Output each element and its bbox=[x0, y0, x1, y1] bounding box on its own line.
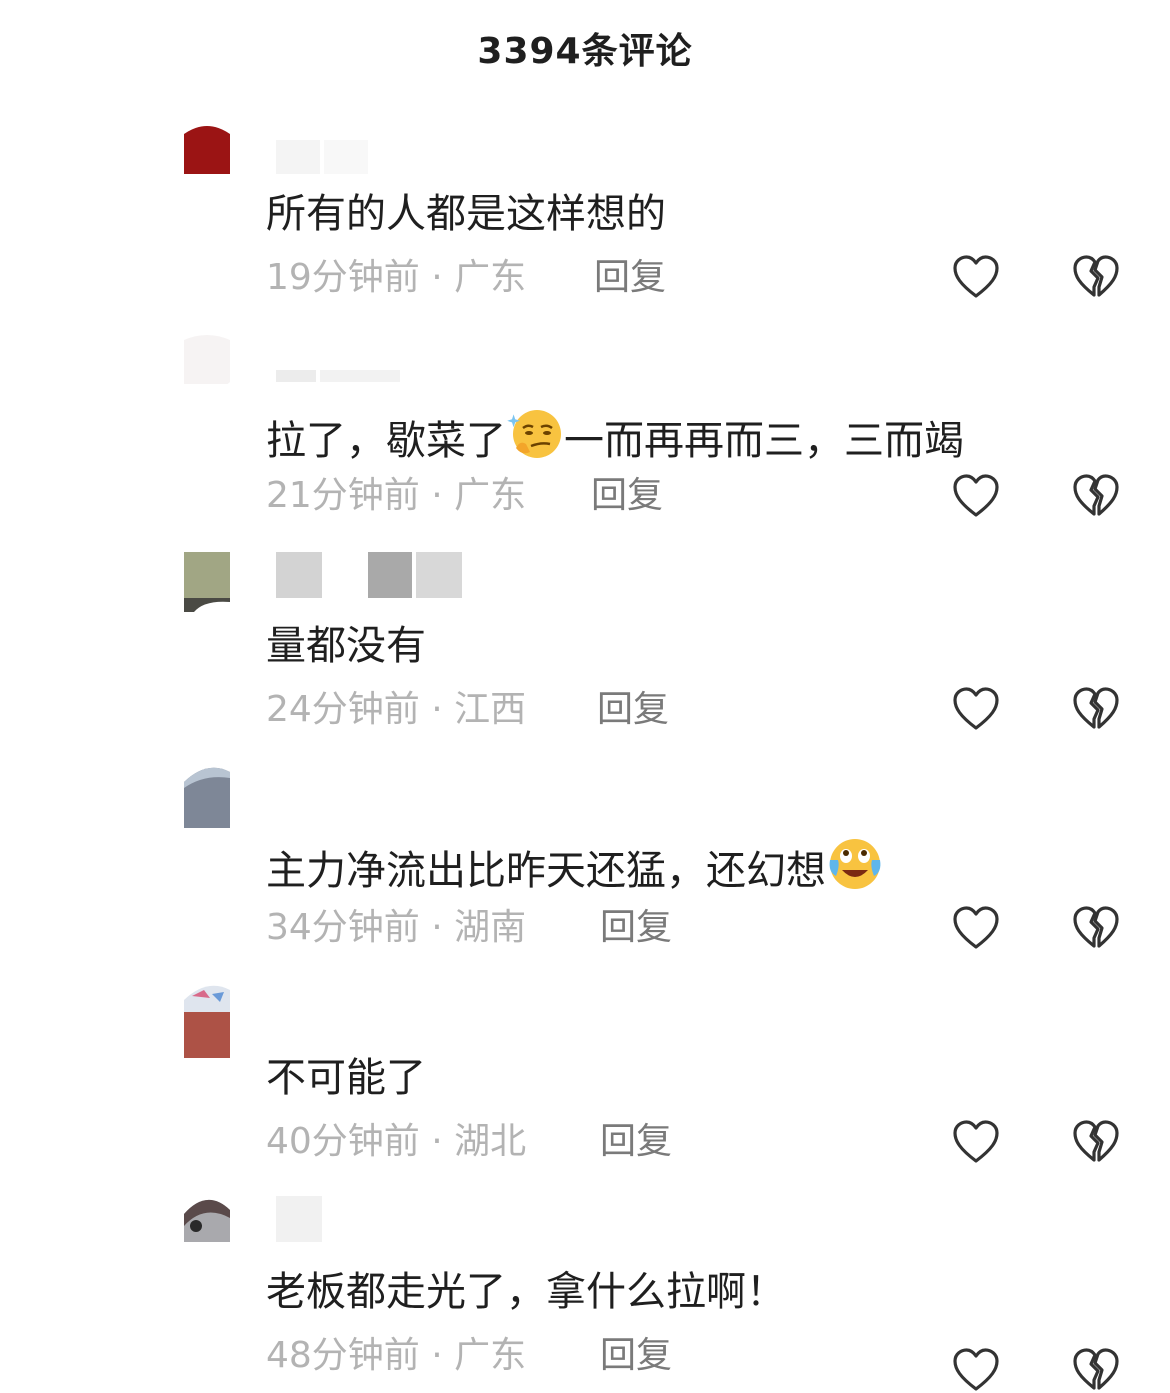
meta-separator: · bbox=[431, 257, 443, 298]
username-blurred[interactable] bbox=[276, 140, 368, 174]
broken-heart-icon[interactable] bbox=[1072, 473, 1120, 519]
broken-heart-icon[interactable] bbox=[1072, 686, 1120, 732]
meta-separator: · bbox=[431, 475, 443, 516]
comment-location: 广东 bbox=[454, 257, 527, 298]
reply-button[interactable]: 回复 bbox=[600, 1334, 672, 1378]
reply-button[interactable]: 回复 bbox=[600, 1120, 672, 1164]
reply-button[interactable]: 回复 bbox=[600, 906, 672, 950]
comment-text: 量都没有 bbox=[266, 623, 426, 669]
heart-icon[interactable] bbox=[952, 1119, 1000, 1165]
avatar[interactable] bbox=[184, 984, 230, 1058]
username-blurred[interactable] bbox=[276, 552, 462, 598]
comment-text: 老板都走光了，拿什么拉啊！ bbox=[266, 1269, 786, 1315]
heart-icon[interactable] bbox=[952, 686, 1000, 732]
comment-time: 34分钟前 bbox=[266, 907, 420, 948]
avatar[interactable] bbox=[184, 766, 230, 828]
comment-text: 不可能了 bbox=[266, 1055, 426, 1101]
comment-location: 广东 bbox=[454, 475, 527, 516]
tears-of-joy-emoji bbox=[829, 839, 881, 889]
broken-heart-icon[interactable] bbox=[1072, 905, 1120, 951]
comment-time: 24分钟前 bbox=[266, 689, 420, 730]
comment-time: 48分钟前 bbox=[266, 1335, 420, 1376]
meta-separator: · bbox=[431, 907, 443, 948]
meta-separator: · bbox=[431, 1335, 443, 1376]
comment-meta: 24分钟前 · 江西 bbox=[266, 688, 526, 732]
heart-icon[interactable] bbox=[952, 1347, 1000, 1393]
username-blurred[interactable] bbox=[276, 370, 400, 382]
smirk-thinking-emoji bbox=[507, 410, 561, 458]
reply-button[interactable]: 回复 bbox=[594, 256, 666, 300]
broken-heart-icon[interactable] bbox=[1072, 1347, 1120, 1393]
comment-text-part: 一而再再而三，三而竭 bbox=[564, 418, 964, 464]
comment-text: 主力净流出比昨天还猛，还幻想 bbox=[266, 836, 884, 895]
heart-icon[interactable] bbox=[952, 473, 1000, 519]
username-blurred[interactable] bbox=[276, 1196, 322, 1242]
comment-location: 湖南 bbox=[454, 907, 527, 948]
comment-meta: 40分钟前 · 湖北 bbox=[266, 1120, 526, 1164]
comment-text-part: 拉了，歇菜了 bbox=[266, 418, 506, 464]
comment-time: 21分钟前 bbox=[266, 475, 420, 516]
comment-meta: 48分钟前 · 广东 bbox=[266, 1334, 526, 1378]
meta-separator: · bbox=[431, 689, 443, 730]
comment-text: 所有的人都是这样想的 bbox=[266, 191, 666, 237]
comment-location: 广东 bbox=[454, 1335, 527, 1376]
comment-location: 湖北 bbox=[454, 1121, 527, 1162]
comments-count-title: 3394条评论 bbox=[477, 31, 693, 72]
comment-text: 拉了，歇菜了 一而再再而三，三而竭 bbox=[266, 406, 964, 465]
heart-icon[interactable] bbox=[952, 254, 1000, 300]
reply-button[interactable]: 回复 bbox=[597, 688, 669, 732]
heart-icon[interactable] bbox=[952, 905, 1000, 951]
comment-meta: 21分钟前 · 广东 bbox=[266, 474, 526, 518]
reply-button[interactable]: 回复 bbox=[591, 474, 663, 518]
comment-meta: 19分钟前 · 广东 bbox=[266, 256, 526, 300]
avatar[interactable] bbox=[184, 552, 230, 612]
comment-time: 40分钟前 bbox=[266, 1121, 420, 1162]
broken-heart-icon[interactable] bbox=[1072, 254, 1120, 300]
avatar[interactable] bbox=[184, 1196, 230, 1242]
comment-meta: 34分钟前 · 湖南 bbox=[266, 906, 526, 950]
comment-text-part: 主力净流出比昨天还猛，还幻想 bbox=[266, 848, 826, 894]
avatar[interactable] bbox=[184, 122, 230, 174]
meta-separator: · bbox=[431, 1121, 443, 1162]
comment-location: 江西 bbox=[454, 689, 527, 730]
broken-heart-icon[interactable] bbox=[1072, 1119, 1120, 1165]
avatar[interactable] bbox=[184, 332, 230, 384]
comment-time: 19分钟前 bbox=[266, 257, 420, 298]
